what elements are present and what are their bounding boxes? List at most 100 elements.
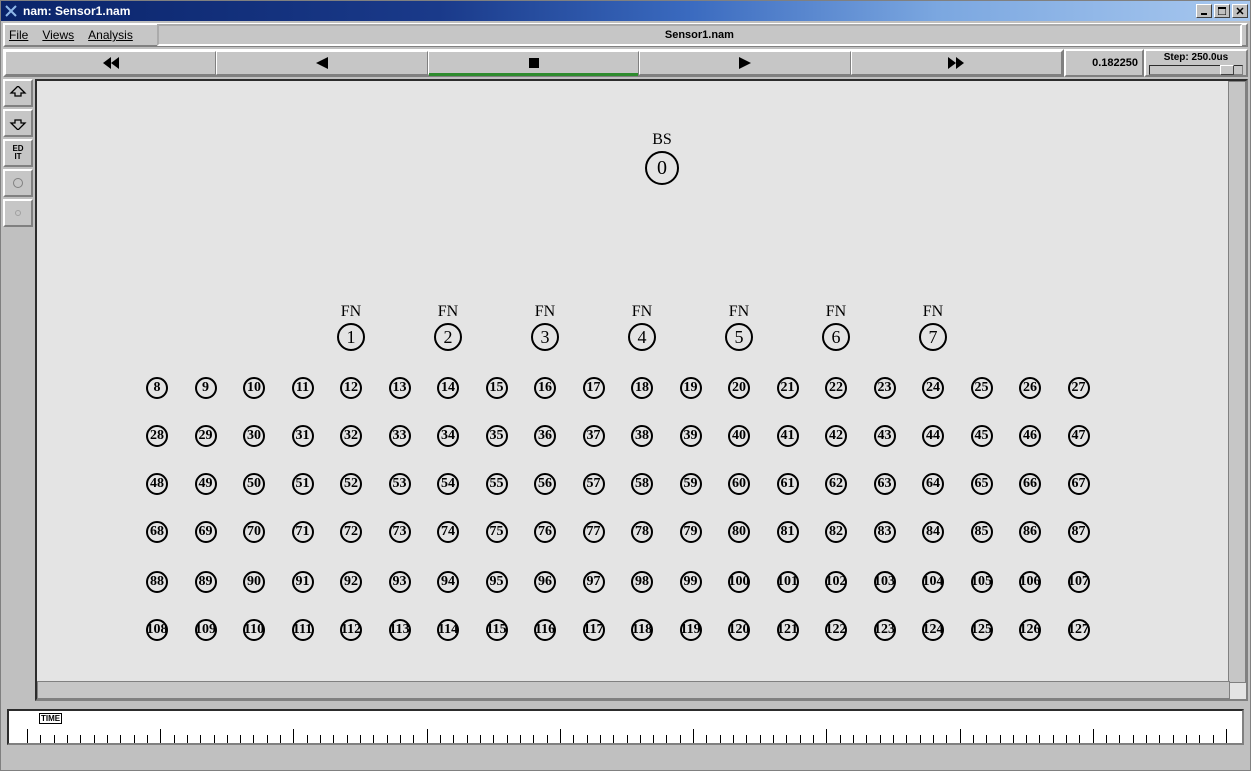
sensor-node-126[interactable]: 126 <box>1019 619 1041 641</box>
sensor-node-18[interactable]: 18 <box>631 377 653 399</box>
sensor-node-78[interactable]: 78 <box>631 521 653 543</box>
sensor-node-65[interactable]: 65 <box>971 473 993 495</box>
sensor-node-39[interactable]: 39 <box>680 425 702 447</box>
sensor-node-25[interactable]: 25 <box>971 377 993 399</box>
step-back-button[interactable] <box>216 51 427 75</box>
sensor-node-29[interactable]: 29 <box>195 425 217 447</box>
sensor-node-81[interactable]: 81 <box>777 521 799 543</box>
sensor-node-108[interactable]: 108 <box>146 619 168 641</box>
timeline[interactable]: TIME <box>7 709 1244 745</box>
sensor-node-118[interactable]: 118 <box>631 619 653 641</box>
rewind-button[interactable] <box>5 51 216 75</box>
sensor-node-17[interactable]: 17 <box>583 377 605 399</box>
sensor-node-10[interactable]: 10 <box>243 377 265 399</box>
sensor-node-37[interactable]: 37 <box>583 425 605 447</box>
sensor-node-61[interactable]: 61 <box>777 473 799 495</box>
sensor-node-103[interactable]: 103 <box>874 571 896 593</box>
sensor-node-59[interactable]: 59 <box>680 473 702 495</box>
sensor-node-49[interactable]: 49 <box>195 473 217 495</box>
sensor-node-53[interactable]: 53 <box>389 473 411 495</box>
sensor-node-112[interactable]: 112 <box>340 619 362 641</box>
fn-node-5[interactable]: FN5 <box>721 303 757 351</box>
sensor-node-125[interactable]: 125 <box>971 619 993 641</box>
sensor-node-102[interactable]: 102 <box>825 571 847 593</box>
fn-node-6[interactable]: FN6 <box>818 303 854 351</box>
sensor-node-56[interactable]: 56 <box>534 473 556 495</box>
sensor-node-86[interactable]: 86 <box>1019 521 1041 543</box>
sensor-node-23[interactable]: 23 <box>874 377 896 399</box>
sensor-node-16[interactable]: 16 <box>534 377 556 399</box>
sensor-node-69[interactable]: 69 <box>195 521 217 543</box>
zoom-in-button[interactable] <box>3 79 33 107</box>
sensor-node-51[interactable]: 51 <box>292 473 314 495</box>
sensor-node-106[interactable]: 106 <box>1019 571 1041 593</box>
fn-node-1[interactable]: FN1 <box>333 303 369 351</box>
sensor-node-62[interactable]: 62 <box>825 473 847 495</box>
sensor-node-99[interactable]: 99 <box>680 571 702 593</box>
sensor-node-24[interactable]: 24 <box>922 377 944 399</box>
slider-thumb[interactable] <box>1220 65 1234 75</box>
record-button[interactable] <box>3 169 33 197</box>
sensor-node-124[interactable]: 124 <box>922 619 944 641</box>
sensor-node-58[interactable]: 58 <box>631 473 653 495</box>
menu-file[interactable]: File <box>9 28 28 42</box>
sensor-node-54[interactable]: 54 <box>437 473 459 495</box>
close-button[interactable] <box>1232 4 1248 18</box>
sensor-node-94[interactable]: 94 <box>437 571 459 593</box>
sensor-node-42[interactable]: 42 <box>825 425 847 447</box>
sensor-node-66[interactable]: 66 <box>1019 473 1041 495</box>
network-canvas[interactable]: BS0FN1FN2FN3FN4FN5FN6FN78910111213141516… <box>37 81 1246 699</box>
sensor-node-46[interactable]: 46 <box>1019 425 1041 447</box>
sensor-node-32[interactable]: 32 <box>340 425 362 447</box>
sensor-node-70[interactable]: 70 <box>243 521 265 543</box>
sensor-node-21[interactable]: 21 <box>777 377 799 399</box>
sensor-node-88[interactable]: 88 <box>146 571 168 593</box>
fast-forward-button[interactable] <box>851 51 1062 75</box>
maximize-button[interactable] <box>1214 4 1230 18</box>
sensor-node-80[interactable]: 80 <box>728 521 750 543</box>
sensor-node-19[interactable]: 19 <box>680 377 702 399</box>
sensor-node-121[interactable]: 121 <box>777 619 799 641</box>
sensor-node-89[interactable]: 89 <box>195 571 217 593</box>
sensor-node-30[interactable]: 30 <box>243 425 265 447</box>
step-forward-button[interactable] <box>639 51 850 75</box>
sensor-node-123[interactable]: 123 <box>874 619 896 641</box>
sensor-node-111[interactable]: 111 <box>292 619 314 641</box>
sensor-node-73[interactable]: 73 <box>389 521 411 543</box>
sensor-node-28[interactable]: 28 <box>146 425 168 447</box>
sensor-node-91[interactable]: 91 <box>292 571 314 593</box>
sensor-node-72[interactable]: 72 <box>340 521 362 543</box>
sensor-node-15[interactable]: 15 <box>486 377 508 399</box>
sensor-node-8[interactable]: 8 <box>146 377 168 399</box>
sensor-node-104[interactable]: 104 <box>922 571 944 593</box>
menu-analysis[interactable]: Analysis <box>88 28 133 42</box>
sensor-node-34[interactable]: 34 <box>437 425 459 447</box>
sensor-node-83[interactable]: 83 <box>874 521 896 543</box>
sensor-node-90[interactable]: 90 <box>243 571 265 593</box>
point-button[interactable] <box>3 199 33 227</box>
zoom-out-button[interactable] <box>3 109 33 137</box>
menu-views[interactable]: Views <box>42 28 74 42</box>
sensor-node-67[interactable]: 67 <box>1068 473 1090 495</box>
sensor-node-40[interactable]: 40 <box>728 425 750 447</box>
sensor-node-119[interactable]: 119 <box>680 619 702 641</box>
sensor-node-117[interactable]: 117 <box>583 619 605 641</box>
stop-button[interactable] <box>428 51 639 75</box>
sensor-node-14[interactable]: 14 <box>437 377 459 399</box>
sensor-node-35[interactable]: 35 <box>486 425 508 447</box>
sensor-node-43[interactable]: 43 <box>874 425 896 447</box>
sensor-node-115[interactable]: 115 <box>486 619 508 641</box>
sensor-node-22[interactable]: 22 <box>825 377 847 399</box>
sensor-node-47[interactable]: 47 <box>1068 425 1090 447</box>
sensor-node-110[interactable]: 110 <box>243 619 265 641</box>
sensor-node-63[interactable]: 63 <box>874 473 896 495</box>
sensor-node-97[interactable]: 97 <box>583 571 605 593</box>
sensor-node-26[interactable]: 26 <box>1019 377 1041 399</box>
edit-button[interactable]: ED IT <box>3 139 33 167</box>
sensor-node-127[interactable]: 127 <box>1068 619 1090 641</box>
sensor-node-96[interactable]: 96 <box>534 571 556 593</box>
sensor-node-36[interactable]: 36 <box>534 425 556 447</box>
sensor-node-85[interactable]: 85 <box>971 521 993 543</box>
sensor-node-92[interactable]: 92 <box>340 571 362 593</box>
sensor-node-107[interactable]: 107 <box>1068 571 1090 593</box>
